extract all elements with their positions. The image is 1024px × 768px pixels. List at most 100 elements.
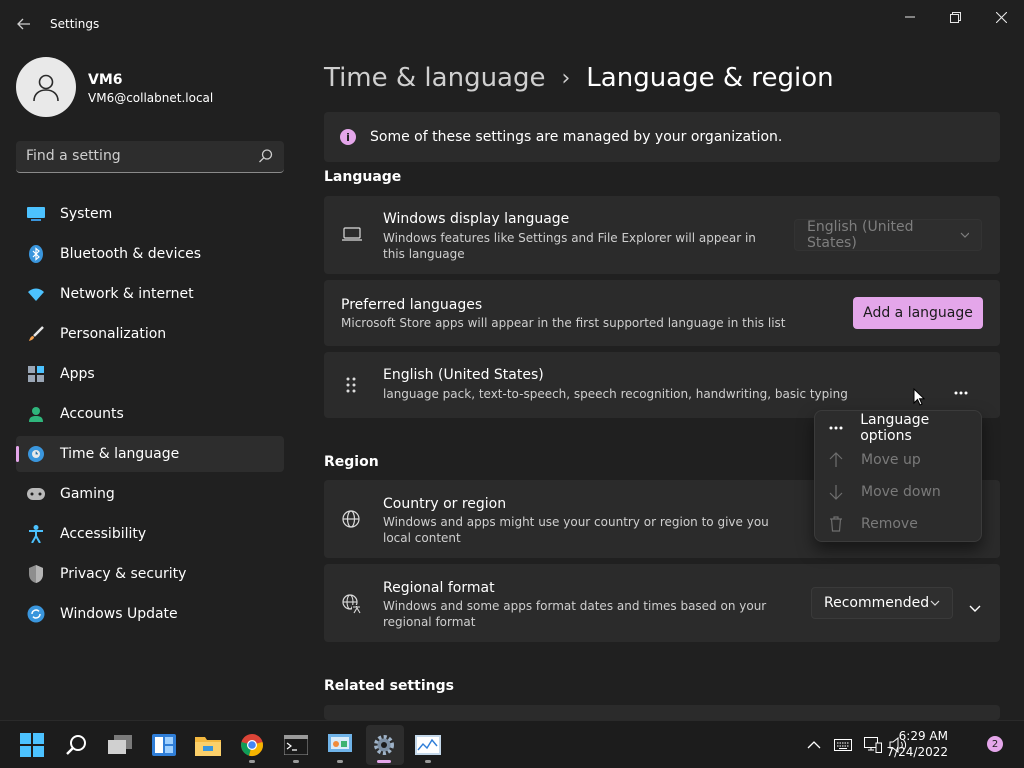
sidebar-item-network[interactable]: Network & internet xyxy=(16,276,284,312)
menu-item-move-down[interactable]: Move down xyxy=(819,477,979,507)
user-email: VM6@collabnet.local xyxy=(88,91,214,105)
menu-item-language-options[interactable]: Language options xyxy=(819,412,979,444)
chrome-icon[interactable] xyxy=(238,731,266,759)
time-language-icon xyxy=(27,445,45,463)
more-icon[interactable] xyxy=(954,383,968,399)
window-title: Settings xyxy=(50,17,100,31)
sidebar-item-label: Apps xyxy=(60,366,95,382)
menu-item-move-up[interactable]: Move up xyxy=(819,445,979,475)
gamepad-icon xyxy=(27,485,45,503)
country-region-description: Windows and apps might use your country … xyxy=(383,515,769,545)
active-indicator xyxy=(16,446,19,462)
settings-icon[interactable] xyxy=(370,731,398,759)
minimize-icon xyxy=(905,16,915,18)
search-icon[interactable] xyxy=(258,148,274,164)
sidebar-item-label: Accounts xyxy=(60,406,124,422)
preferred-languages-row: Preferred languages Microsoft Store apps… xyxy=(324,280,1000,346)
sidebar-item-label: Network & internet xyxy=(60,286,194,302)
close-button[interactable] xyxy=(978,6,1024,28)
related-settings-card xyxy=(324,705,1000,720)
more-icon xyxy=(828,420,843,436)
sidebar-item-label: Bluetooth & devices xyxy=(60,246,202,262)
dropdown-value: English (United States) xyxy=(807,219,914,251)
search-input[interactable] xyxy=(16,141,246,171)
sidebar-item-personalization[interactable]: Personalization xyxy=(16,316,284,352)
chevron-down-icon xyxy=(930,600,940,606)
sidebar-item-label: Privacy & security xyxy=(60,566,187,582)
sidebar-item-windows-update[interactable]: Windows Update xyxy=(16,596,284,632)
info-text: Some of these settings are managed by yo… xyxy=(370,129,783,145)
regional-format-title: Regional format xyxy=(383,580,495,596)
clock-date[interactable]: 7/24/2022 xyxy=(886,745,948,759)
start-icon[interactable] xyxy=(18,731,46,759)
trash-icon xyxy=(828,516,844,532)
sidebar-item-bluetooth[interactable]: Bluetooth & devices xyxy=(16,236,284,272)
search-icon[interactable] xyxy=(62,731,90,759)
sidebar-item-gaming[interactable]: Gaming xyxy=(16,476,284,512)
laptop-icon xyxy=(342,226,362,246)
notification-badge[interactable]: 2 xyxy=(987,736,1003,752)
managed-info-bar: i Some of these settings are managed by … xyxy=(324,112,1000,162)
drag-handle-icon[interactable] xyxy=(346,377,356,397)
sidebar-item-label: Accessibility xyxy=(60,526,147,542)
sidebar-item-accounts[interactable]: Accounts xyxy=(16,396,284,432)
terminal-icon[interactable] xyxy=(282,731,310,759)
language-item-row[interactable]: English (United States) language pack, t… xyxy=(324,352,1000,418)
sidebar-item-time-language[interactable]: Time & language xyxy=(16,436,284,472)
active-running-indicator xyxy=(377,760,391,763)
running-indicator xyxy=(249,760,255,763)
sidebar-item-label: Time & language xyxy=(60,446,180,462)
file-explorer-icon[interactable] xyxy=(194,731,222,759)
menu-item-label: Language options xyxy=(860,412,930,444)
regional-format-dropdown[interactable]: Recommended xyxy=(811,587,953,619)
breadcrumb-separator: › xyxy=(561,65,571,91)
sidebar-item-system[interactable]: System xyxy=(16,196,284,232)
region-section-header: Region xyxy=(324,454,379,470)
breadcrumb: Time & language › Language & region xyxy=(324,58,834,98)
performance-monitor-icon[interactable] xyxy=(414,731,442,759)
restore-icon xyxy=(949,11,961,23)
menu-item-label: Remove xyxy=(861,516,918,532)
running-indicator xyxy=(425,760,431,763)
menu-item-label: Move down xyxy=(861,484,941,500)
expand-chevron-icon[interactable] xyxy=(969,600,981,616)
regional-format-icon xyxy=(342,594,362,618)
network-icon[interactable] xyxy=(859,731,887,759)
restore-button[interactable] xyxy=(932,6,978,28)
country-region-title: Country or region xyxy=(383,496,507,512)
display-language-description: Windows features like Settings and File … xyxy=(383,231,756,261)
breadcrumb-parent[interactable]: Time & language xyxy=(324,63,545,93)
apps-icon xyxy=(27,365,45,383)
menu-item-label: Move up xyxy=(861,452,921,468)
regional-format-row[interactable]: Regional format Windows and some apps fo… xyxy=(324,564,1000,642)
avatar[interactable] xyxy=(16,57,76,117)
windows-update-icon xyxy=(27,605,45,623)
search-box[interactable] xyxy=(16,141,284,173)
language-item-description: language pack, text-to-speech, speech re… xyxy=(383,387,848,401)
brush-icon xyxy=(27,325,45,343)
language-context-menu: Language options Move up Move down Remov… xyxy=(814,410,982,542)
running-indicator xyxy=(293,760,299,763)
preferred-languages-title: Preferred languages xyxy=(341,297,483,313)
sidebar-item-privacy[interactable]: Privacy & security xyxy=(16,556,284,592)
chevron-up-icon[interactable] xyxy=(800,731,828,759)
wifi-icon xyxy=(27,285,45,303)
sidebar-item-apps[interactable]: Apps xyxy=(16,356,284,392)
person-icon xyxy=(33,74,59,102)
sidebar-item-label: Windows Update xyxy=(60,606,178,622)
globe-icon xyxy=(342,510,360,532)
keyboard-icon[interactable] xyxy=(829,731,857,759)
clock-time[interactable]: 6:29 AM xyxy=(899,729,948,743)
menu-item-remove[interactable]: Remove xyxy=(819,509,979,539)
preferred-languages-description: Microsoft Store apps will appear in the … xyxy=(341,316,786,330)
back-button[interactable] xyxy=(12,12,36,36)
sidebar-item-accessibility[interactable]: Accessibility xyxy=(16,516,284,552)
widgets-icon[interactable] xyxy=(150,731,178,759)
display-language-dropdown[interactable]: English (United States) xyxy=(794,219,982,251)
add-language-button[interactable]: Add a language xyxy=(853,297,983,329)
language-section-header: Language xyxy=(324,169,402,185)
control-panel-icon[interactable] xyxy=(326,731,354,759)
task-view-icon[interactable] xyxy=(106,731,134,759)
minimize-button[interactable] xyxy=(887,6,933,28)
related-settings-header: Related settings xyxy=(324,678,454,694)
